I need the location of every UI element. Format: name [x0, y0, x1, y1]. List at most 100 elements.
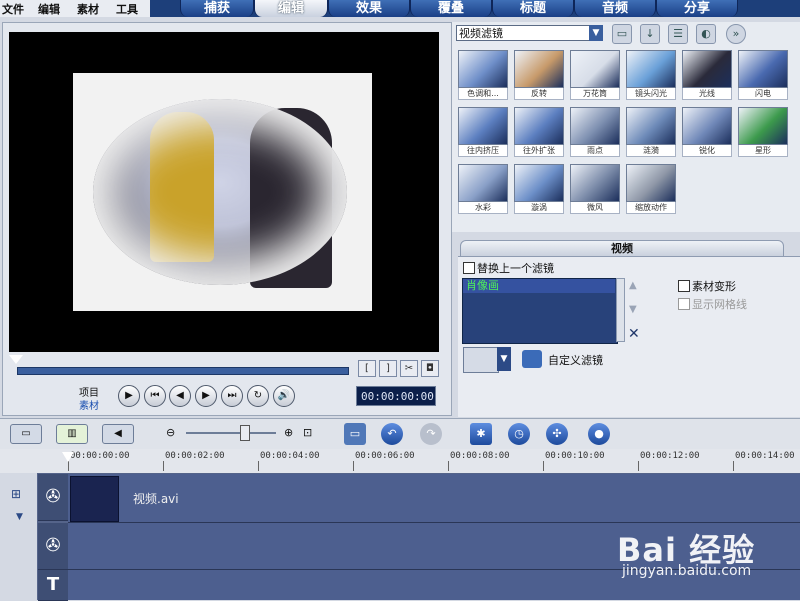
menu-edit[interactable]: 编辑 — [38, 1, 60, 17]
preset-dropdown-icon[interactable]: ▼ — [497, 347, 511, 371]
video-track-icon: ✇ — [38, 474, 68, 521]
filter-thumbnail[interactable]: 微风 — [570, 164, 620, 216]
smart-proxy-icon[interactable]: ✣ — [546, 423, 568, 445]
timeline-view-icon[interactable]: ▥ — [56, 424, 88, 444]
zoom-out-icon[interactable]: ⊖ — [166, 426, 175, 439]
sort-icon[interactable]: ☰ — [668, 24, 688, 44]
cube-icon — [682, 107, 732, 145]
play-icon[interactable]: ▶ — [118, 385, 140, 407]
tick-mark — [68, 461, 69, 471]
clip-name[interactable]: 视频.avi — [133, 490, 179, 507]
tab-title[interactable]: 标题 — [492, 0, 574, 17]
tick-label: 00:00:00:00 — [70, 451, 130, 461]
delete-filter-icon[interactable]: ✕ — [628, 326, 640, 342]
end-icon[interactable]: ⏭ — [221, 385, 243, 407]
chevron-down-icon[interactable]: ▼ — [589, 25, 603, 41]
volume-icon[interactable]: 🔊 — [273, 385, 295, 407]
fit-project-icon[interactable]: ⊡ — [303, 426, 312, 439]
clip-mode-label[interactable]: 素材 — [79, 397, 99, 412]
previous-frame-icon[interactable]: ◀ — [169, 385, 191, 407]
filter-thumbnail[interactable]: 万花筒 — [570, 50, 620, 102]
mark-in-button[interactable]: [ — [358, 360, 376, 377]
timecode-field[interactable]: 00:00:00:00 — [356, 386, 436, 406]
filter-thumbnail[interactable]: 缩放动作 — [626, 164, 676, 216]
custom-filter-label[interactable]: 自定义滤镜 — [548, 352, 603, 368]
tick-label: 00:00:08:00 — [450, 451, 510, 461]
step-tabs: 捕获 编辑 效果 覆叠 标题 音频 分享 — [150, 0, 800, 17]
applied-filter-item[interactable]: 肖像画 — [463, 279, 615, 293]
track-collapse-icon[interactable]: ▼ — [16, 512, 23, 522]
filter-thumbnail[interactable]: 雨点 — [570, 107, 620, 159]
import-icon[interactable]: ↓ — [640, 24, 660, 44]
next-frame-icon[interactable]: ▶ — [195, 385, 217, 407]
tab-effect[interactable]: 效果 — [328, 0, 410, 17]
folder-icon[interactable]: ▭ — [612, 24, 632, 44]
filter-thumbnail-label: 漩涡 — [514, 202, 564, 214]
audio-view-icon[interactable]: ◀ — [102, 424, 134, 444]
filter-thumbnail[interactable]: 涟漪 — [626, 107, 676, 159]
trim-icon[interactable]: ◷ — [508, 423, 530, 445]
expand-icon[interactable]: » — [726, 24, 746, 44]
filter-thumbnail-label: 锐化 — [682, 145, 732, 157]
home-icon[interactable]: ⏮ — [144, 385, 166, 407]
clip-thumbnail[interactable] — [70, 476, 119, 522]
clip-deform-checkbox[interactable] — [678, 280, 690, 292]
zoom-slider[interactable] — [186, 432, 276, 434]
filter-thumbnail-label: 往内挤压 — [458, 145, 508, 157]
insert-media-icon[interactable]: ▭ — [344, 423, 366, 445]
tick-mark — [448, 461, 449, 471]
list-scrollbar[interactable] — [616, 278, 625, 342]
filter-thumbnail[interactable]: 漩涡 — [514, 164, 564, 216]
filter-thumbnail[interactable]: 色调和... — [458, 50, 508, 102]
filter-thumbnail[interactable]: 锐化 — [682, 107, 732, 159]
filter-thumbnail[interactable]: 星形 — [738, 107, 788, 159]
zoom-slider-thumb[interactable] — [240, 425, 250, 441]
repeat-icon[interactable]: ↻ — [247, 385, 269, 407]
filter-thumbnail[interactable]: 镜头闪光 — [626, 50, 676, 102]
filter-thumbnail[interactable]: 往内挤压 — [458, 107, 508, 159]
cut-icon[interactable]: ✂ — [400, 360, 418, 377]
library-category-select[interactable]: 视频滤镜 — [456, 25, 603, 41]
menu-file[interactable]: 文件 — [2, 1, 24, 17]
zoom-in-icon[interactable]: ⊕ — [284, 426, 293, 439]
redo-icon[interactable]: ↷ — [420, 423, 442, 445]
preset-icon[interactable] — [463, 347, 499, 373]
tab-capture[interactable]: 捕获 — [180, 0, 254, 17]
timeline-playhead[interactable] — [62, 452, 74, 462]
cube-icon — [626, 164, 676, 202]
filter-thumbnail[interactable]: 往外扩张 — [514, 107, 564, 159]
custom-filter-icon[interactable] — [522, 350, 542, 368]
scrub-bar[interactable] — [17, 367, 349, 375]
tick-mark — [353, 461, 354, 471]
scrub-handle[interactable] — [9, 355, 23, 364]
storyboard-view-icon[interactable]: ▭ — [10, 424, 42, 444]
tick-mark — [733, 461, 734, 471]
cube-icon — [458, 164, 508, 202]
mark-out-button[interactable]: ] — [379, 360, 397, 377]
track-manager-icon[interactable]: ⊞ — [11, 487, 21, 501]
tab-edit[interactable]: 编辑 — [254, 0, 328, 17]
menu-tools[interactable]: 工具 — [116, 1, 138, 17]
tick-label: 00:00:06:00 — [355, 451, 415, 461]
filter-thumbnail[interactable]: 光线 — [682, 50, 732, 102]
tick-mark — [163, 461, 164, 471]
undo-icon[interactable]: ↶ — [381, 423, 403, 445]
cube-icon — [570, 107, 620, 145]
tab-share[interactable]: 分享 — [656, 0, 738, 17]
menu-clip[interactable]: 素材 — [77, 1, 99, 17]
filter-thumbnail[interactable]: 水彩 — [458, 164, 508, 216]
filter-thumbnail[interactable]: 反转 — [514, 50, 564, 102]
tab-audio[interactable]: 音频 — [574, 0, 656, 17]
move-down-icon[interactable]: ▼ — [629, 304, 637, 315]
filter-thumbnail-label: 反转 — [514, 88, 564, 100]
library-manager-icon[interactable]: ◐ — [696, 24, 716, 44]
cube-icon — [626, 50, 676, 88]
surround-mixer-icon[interactable]: ● — [588, 423, 610, 445]
show-grid-checkbox[interactable] — [678, 298, 690, 310]
tab-overlay[interactable]: 覆叠 — [410, 0, 492, 17]
enlarge-preview-icon[interactable]: ◘ — [421, 360, 439, 377]
move-up-icon[interactable]: ▲ — [629, 280, 637, 291]
record-capture-icon[interactable]: ✱ — [470, 423, 492, 445]
filter-thumbnail[interactable]: 闪电 — [738, 50, 788, 102]
replace-last-checkbox[interactable] — [463, 262, 475, 274]
